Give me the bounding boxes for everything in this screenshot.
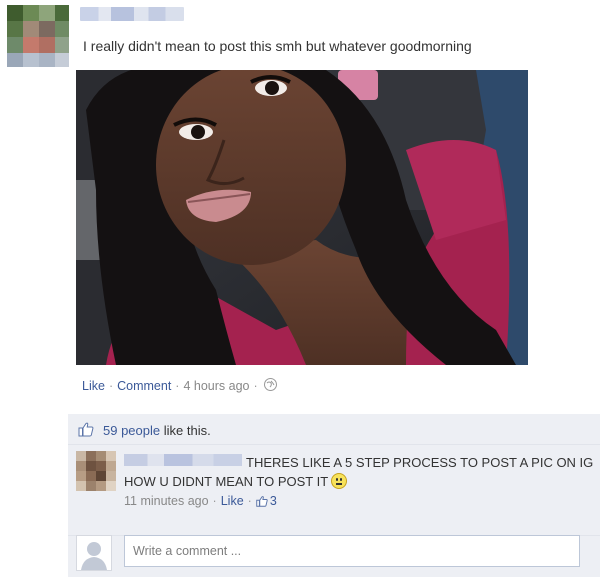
separator-dot: ·	[108, 379, 114, 393]
post-photo[interactable]	[76, 70, 528, 365]
post-timestamp[interactable]: 4 hours ago	[183, 379, 249, 393]
separator-dot: ·	[253, 379, 258, 393]
like-link[interactable]: Like	[82, 379, 105, 393]
thumbs-up-icon	[78, 421, 94, 437]
selfie-photo-illustration	[76, 70, 528, 365]
comment-like-count[interactable]: 3	[256, 494, 277, 508]
likes-summary: 59 people like this.	[103, 423, 211, 438]
comment-body: THERES LIKE A 5 STEP PROCESS TO POST A P…	[124, 453, 594, 491]
feedback-panel: 59 people like this. THERES LIKE A 5 STE…	[68, 414, 600, 577]
post-actions: Like · Comment · 4 hours ago ·	[82, 378, 277, 393]
comment-text: THERES LIKE A 5 STEP PROCESS TO POST A P…	[124, 455, 594, 489]
comment-item: THERES LIKE A 5 STEP PROCESS TO POST A P…	[68, 445, 600, 536]
poster-avatar[interactable]	[7, 5, 69, 67]
comment-like-count-value: 3	[269, 494, 277, 508]
separator-dot: ·	[247, 494, 252, 508]
separator-dot: ·	[212, 494, 217, 508]
likes-suffix: like this.	[160, 423, 211, 438]
comment-like-link[interactable]: Like	[221, 494, 244, 508]
post-text: I really didn't mean to post this smh bu…	[83, 38, 472, 54]
comment-meta: 11 minutes ago · Like · 3	[124, 494, 277, 508]
globe-icon[interactable]	[263, 378, 277, 391]
thumbs-up-icon	[256, 495, 268, 507]
comment-input[interactable]	[124, 535, 580, 567]
likes-count-link[interactable]: 59 people	[103, 423, 160, 438]
comment-composer	[68, 527, 600, 577]
likes-row: 59 people like this.	[68, 414, 600, 445]
separator-dot: ·	[175, 379, 180, 393]
comment-link[interactable]: Comment	[117, 379, 171, 393]
comment-timestamp[interactable]: 11 minutes ago	[124, 494, 209, 508]
smiley-emoji-icon	[331, 473, 348, 489]
commenter-avatar[interactable]	[76, 451, 116, 491]
user-silhouette-icon	[76, 535, 112, 571]
poster-name-redacted[interactable]	[80, 7, 184, 21]
